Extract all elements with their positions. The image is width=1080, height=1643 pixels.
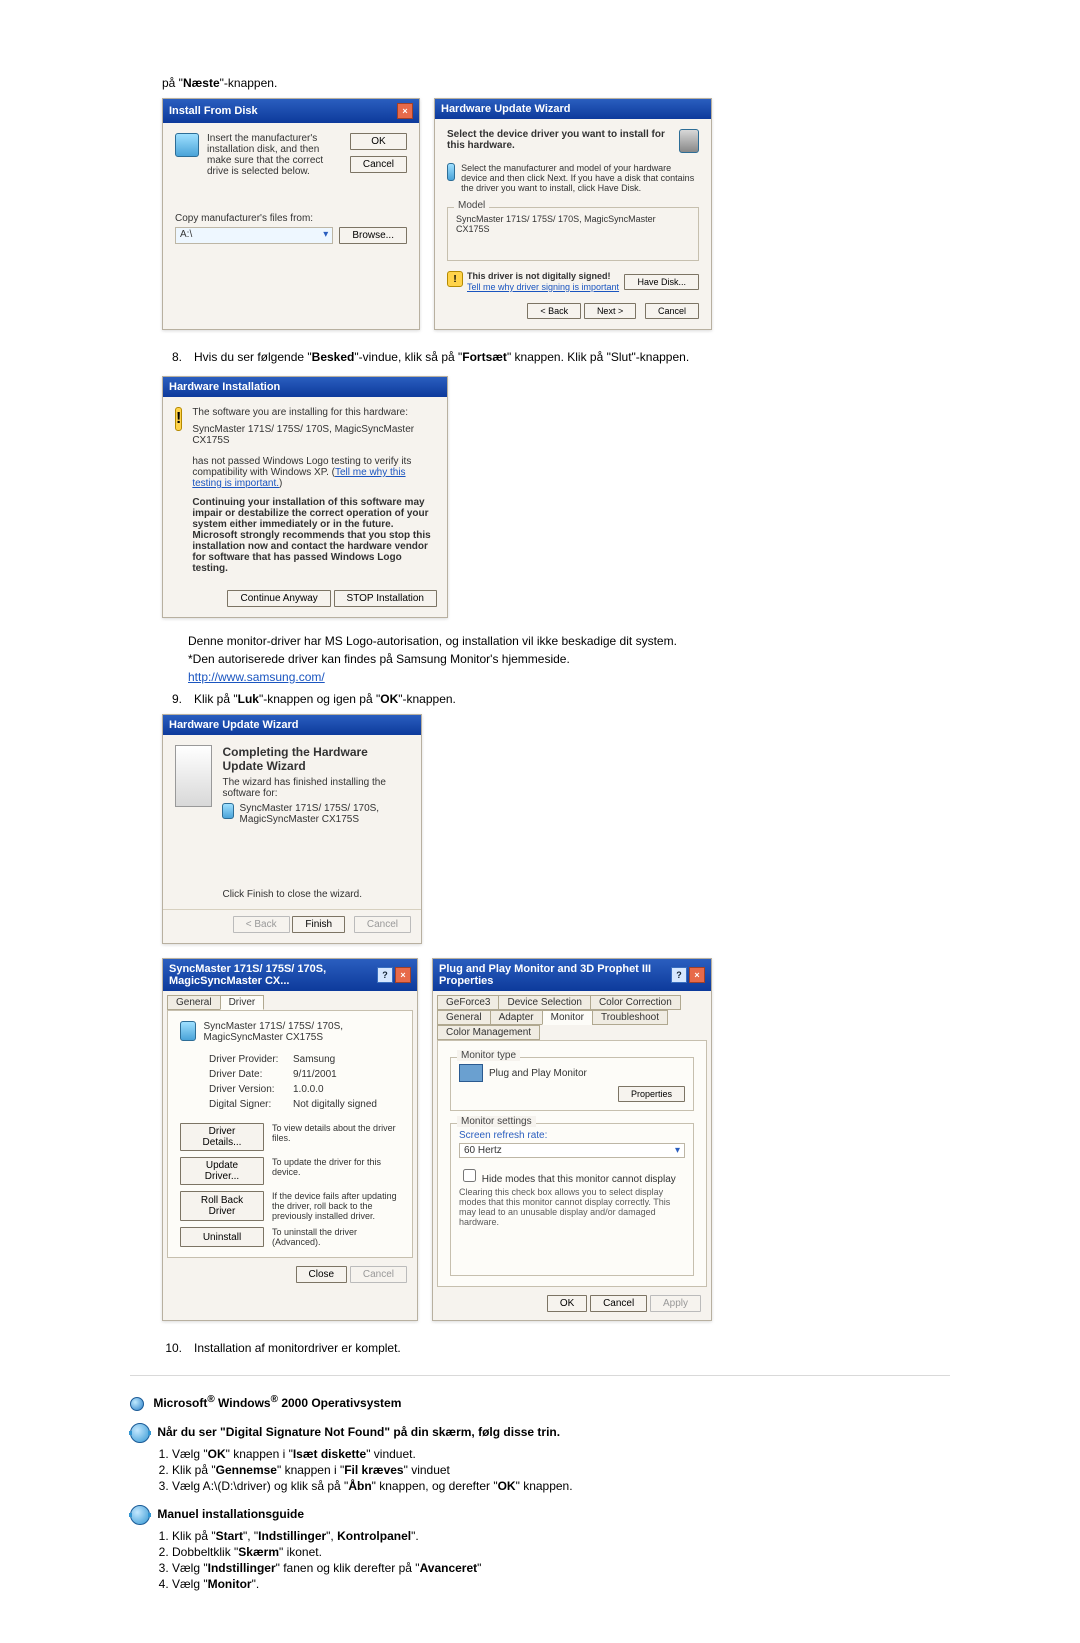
dialog-hardware-update-wizard: Hardware Update Wizard Select the device… — [434, 98, 712, 330]
text-fragment: på "Næste"-knappen. — [162, 74, 950, 92]
dialog-title: Plug and Play Monitor and 3D Prophet III… — [439, 963, 671, 987]
wizard-icon — [679, 129, 699, 153]
monitor-name: Plug and Play Monitor — [489, 1068, 587, 1079]
complete-device: SyncMaster 171S/ 175S/ 170S, MagicSyncMa… — [240, 803, 409, 825]
help-icon[interactable]: ? — [377, 967, 393, 983]
model-value: SyncMaster 171S/ 175S/ 170S, MagicSyncMa… — [456, 214, 690, 234]
manual-section-heading: Manuel installationsguide — [130, 1505, 950, 1525]
dialog-title: SyncMaster 171S/ 175S/ 170S, MagicSyncMa… — [169, 963, 377, 987]
step-9: 9. Klik på "Luk"-knappen og igen på "OK"… — [154, 690, 950, 708]
tab-adapter[interactable]: Adapter — [490, 1010, 543, 1025]
hide-modes-label: Hide modes that this monitor cannot disp… — [482, 1174, 676, 1185]
properties-button[interactable]: Properties — [618, 1086, 685, 1102]
ok-button[interactable]: OK — [547, 1295, 587, 1312]
tab-monitor[interactable]: Monitor — [542, 1010, 593, 1025]
path-combobox[interactable]: A:\ ▾ — [175, 227, 333, 244]
help-icon[interactable]: ? — [671, 967, 687, 983]
continue-anyway-button[interactable]: Continue Anyway — [227, 590, 330, 607]
next-button[interactable]: Next > — [584, 303, 636, 319]
tab-driver[interactable]: Driver — [220, 995, 265, 1010]
hide-modes-desc: Clearing this check box allows you to se… — [459, 1187, 685, 1227]
gear-icon — [130, 1423, 150, 1443]
info-icon — [447, 163, 455, 181]
roll-back-driver-button[interactable]: Roll Back Driver — [180, 1191, 264, 1221]
dialog-hardware-installation: Hardware Installation ! The software you… — [162, 376, 448, 618]
dialog-title: Install From Disk — [169, 105, 258, 117]
close-button[interactable]: Close — [296, 1266, 348, 1283]
wizard-instruction: Select the device driver you want to ins… — [447, 129, 679, 151]
dialog-hw-update-complete: Hardware Update Wizard Completing the Ha… — [162, 714, 422, 944]
cancel-button: Cancel — [354, 916, 411, 933]
browse-button[interactable]: Browse... — [339, 227, 407, 244]
tab-geforce3[interactable]: GeForce3 — [437, 995, 499, 1010]
cancel-button: Cancel — [350, 1266, 407, 1283]
dialog-text: Insert the manufacturer's installation d… — [207, 133, 342, 177]
copy-from-label: Copy manufacturer's files from: — [175, 213, 407, 224]
complete-heading: Completing the Hardware Update Wizard — [222, 745, 409, 773]
step-10: 10. Installation af monitordriver er kom… — [154, 1339, 950, 1357]
stop-installation-button[interactable]: STOP Installation — [334, 590, 437, 607]
group-legend: Model — [454, 200, 489, 211]
cancel-button[interactable]: Cancel — [590, 1295, 647, 1312]
divider — [130, 1375, 950, 1376]
device-icon — [222, 803, 233, 819]
monitor-icon — [459, 1064, 483, 1082]
signing-link[interactable]: Tell me why driver signing is important — [467, 282, 619, 292]
hide-modes-checkbox[interactable] — [463, 1169, 476, 1182]
close-icon[interactable]: × — [395, 967, 411, 983]
device-name: SyncMaster 171S/ 175S/ 170S, MagicSyncMa… — [204, 1021, 400, 1043]
hwinst-bold: Continuing your installation of this sof… — [192, 497, 435, 574]
tab-color-correction[interactable]: Color Correction — [590, 995, 681, 1010]
unsigned-warning: This driver is not digitally signed! — [467, 271, 611, 281]
complete-line1: The wizard has finished installing the s… — [222, 777, 409, 799]
dialog-title: Hardware Update Wizard — [169, 719, 299, 731]
hwinst-line1: The software you are installing for this… — [192, 407, 435, 418]
dialog-pnp-monitor-properties: Plug and Play Monitor and 3D Prophet III… — [432, 958, 712, 1321]
complete-line2: Click Finish to close the wizard. — [222, 889, 409, 900]
dialog-title: Hardware Installation — [169, 381, 280, 393]
samsung-link[interactable]: http://www.samsung.com/ — [188, 670, 325, 684]
close-icon[interactable]: × — [689, 967, 705, 983]
gear-icon — [130, 1505, 150, 1525]
apply-button: Apply — [650, 1295, 701, 1312]
wizard-description: Select the manufacturer and model of you… — [461, 163, 699, 193]
finish-button[interactable]: Finish — [292, 916, 345, 933]
dialog-driver-properties: SyncMaster 171S/ 175S/ 170S, MagicSyncMa… — [162, 958, 418, 1321]
dialog-install-from-disk: Install From Disk × Insert the manufactu… — [162, 98, 420, 330]
sig-section-list: Vælg "OK" knappen i "Isæt diskette" vind… — [144, 1447, 950, 1493]
device-icon — [180, 1021, 196, 1041]
have-disk-button[interactable]: Have Disk... — [624, 274, 699, 290]
refresh-combobox[interactable]: 60 Hertz▾ — [459, 1143, 685, 1158]
hwinst-device: SyncMaster 171S/ 175S/ 170S, MagicSyncMa… — [192, 424, 435, 446]
tab-color-management[interactable]: Color Management — [437, 1025, 540, 1040]
wizard-banner-icon — [175, 745, 212, 807]
warning-icon: ! — [175, 407, 182, 431]
uninstall-button[interactable]: Uninstall — [180, 1227, 264, 1247]
sig-section-heading: Når du ser "Digital Signature Not Found"… — [130, 1423, 950, 1443]
warning-icon: ! — [447, 271, 463, 287]
ok-button[interactable]: OK — [350, 133, 407, 150]
tab-troubleshoot[interactable]: Troubleshoot — [592, 1010, 668, 1025]
manual-section-list: Klik på "Start", "Indstillinger", Kontro… — [144, 1529, 950, 1591]
dialog-title: Hardware Update Wizard — [441, 103, 571, 115]
close-icon[interactable]: × — [397, 103, 413, 119]
disk-icon — [175, 133, 199, 157]
win2000-heading: Microsoft® Windows® 2000 Operativsystem — [130, 1394, 950, 1411]
step-8: 8. Hvis du ser følgende "Besked"-vindue,… — [154, 348, 950, 366]
cancel-button[interactable]: Cancel — [350, 156, 407, 173]
cancel-button[interactable]: Cancel — [645, 303, 699, 319]
bullet-icon — [130, 1397, 144, 1411]
info-paragraph: Denne monitor-driver har MS Logo-autoris… — [188, 632, 950, 686]
update-driver-button[interactable]: Update Driver... — [180, 1157, 264, 1185]
refresh-label: Screen refresh rate: — [459, 1130, 685, 1141]
driver-details-button[interactable]: Driver Details... — [180, 1123, 264, 1151]
tab-general2[interactable]: General — [437, 1010, 491, 1025]
back-button[interactable]: < Back — [527, 303, 581, 319]
back-button: < Back — [233, 916, 290, 933]
tab-device-selection[interactable]: Device Selection — [498, 995, 590, 1010]
tab-general[interactable]: General — [167, 995, 221, 1010]
